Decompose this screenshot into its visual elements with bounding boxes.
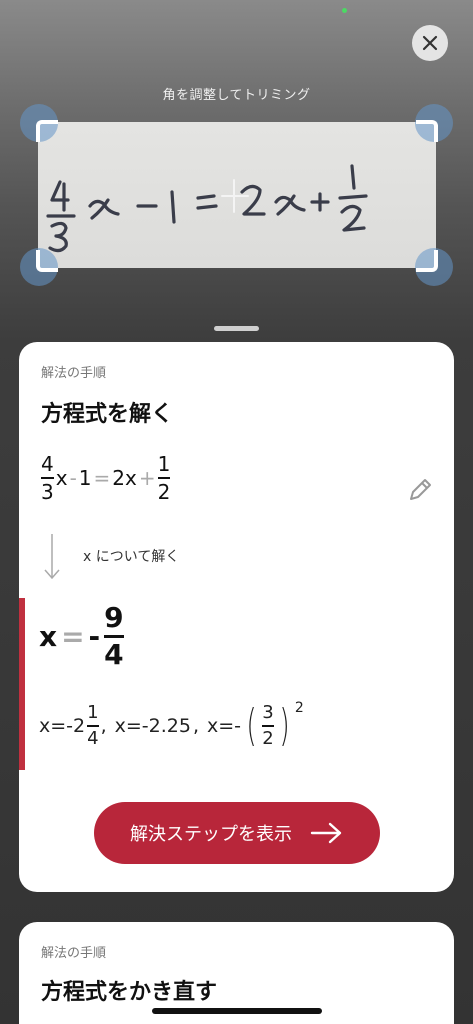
handwritten-equation xyxy=(46,164,368,253)
alt-fraction-1: 1 4 xyxy=(87,702,99,749)
crop-corner-top-left[interactable] xyxy=(36,120,58,142)
crop-corner-bottom-left[interactable] xyxy=(36,250,58,272)
close-button[interactable] xyxy=(412,25,448,61)
answer-main: x = - 9 4 xyxy=(39,601,124,671)
close-icon xyxy=(422,35,438,51)
rhs-fraction: 1 2 xyxy=(157,452,171,504)
home-indicator[interactable] xyxy=(152,1008,322,1014)
solution-card: 解法の手順 方程式を解く 4 3 x - 1 = 2x + 1 2 x について… xyxy=(19,342,454,892)
show-steps-label: 解決ステップを表示 xyxy=(130,824,292,845)
alternate-answers: x=-2 1 4 , x=-2.25 , x=- ( 3 2 ) 2 xyxy=(39,700,304,751)
section-label-2: 解法の手順 xyxy=(41,946,107,961)
arrow-right-icon xyxy=(310,822,342,844)
crop-corner-top-right[interactable] xyxy=(416,120,438,142)
crop-corner-bottom-right[interactable] xyxy=(416,250,438,272)
camera-active-indicator xyxy=(342,8,347,13)
arrow-down-icon xyxy=(44,534,60,580)
answer-highlight-bar xyxy=(19,598,25,770)
crop-hint: 角を調整してトリミング xyxy=(162,88,311,103)
crop-image xyxy=(38,122,436,268)
lhs-fraction: 4 3 xyxy=(41,452,54,504)
section-title-2: 方程式をかき直す xyxy=(41,980,218,1005)
input-equation[interactable]: 4 3 x - 1 = 2x + 1 2 xyxy=(41,452,171,504)
step-description: x について解く xyxy=(83,549,180,565)
alt-fraction-2: 3 2 xyxy=(262,702,274,749)
show-steps-button[interactable]: 解決ステップを表示 xyxy=(94,802,380,864)
section-title: 方程式を解く xyxy=(41,402,174,427)
pencil-icon[interactable] xyxy=(405,475,435,505)
answer-fraction: 9 4 xyxy=(104,601,124,671)
section-label: 解法の手順 xyxy=(41,366,107,381)
sheet-grabber[interactable] xyxy=(214,326,259,331)
